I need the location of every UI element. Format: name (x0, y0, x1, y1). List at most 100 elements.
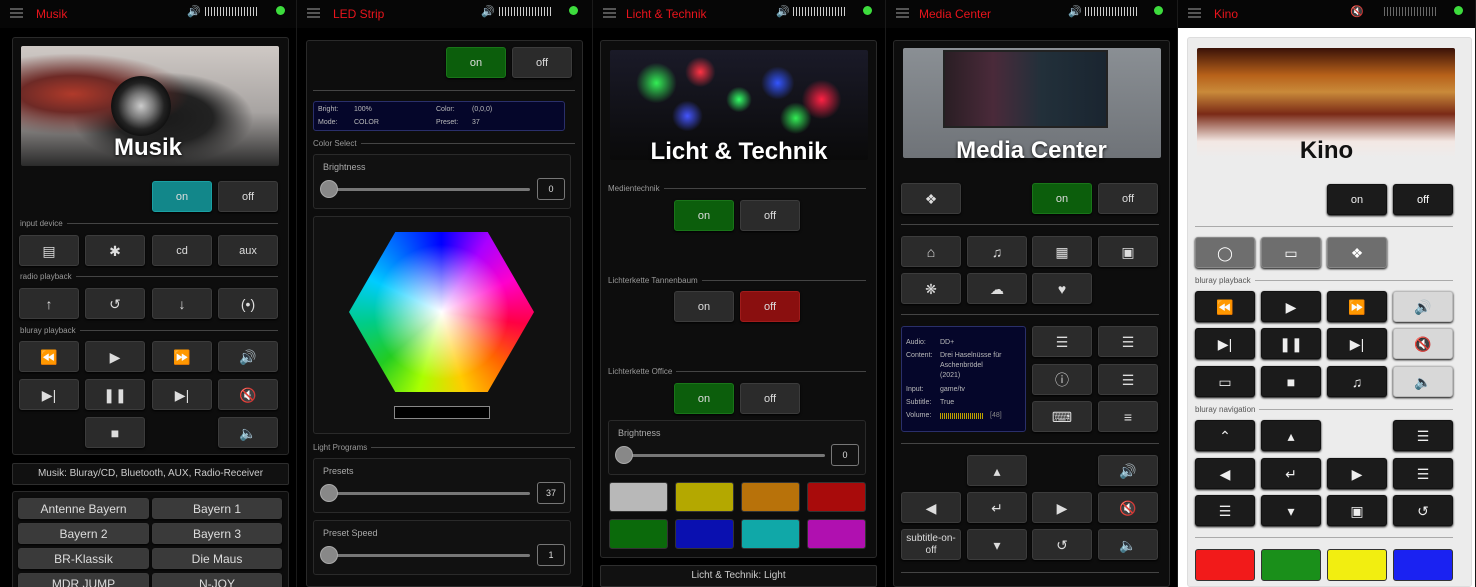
play-button[interactable]: ▶ (85, 341, 145, 372)
menu-icon[interactable] (307, 8, 320, 18)
back-button[interactable]: ↺ (1032, 529, 1092, 560)
menu-list-button[interactable]: ☰ (1098, 326, 1158, 357)
office-off-button[interactable]: off (740, 383, 800, 414)
top-menu-button[interactable]: ⌃ (1195, 420, 1255, 451)
slider-knob[interactable] (320, 546, 338, 564)
stop-button[interactable]: ■ (85, 417, 145, 448)
back-button[interactable]: ↺ (1393, 495, 1453, 526)
volume-down-button[interactable]: 🔈 (1393, 366, 1453, 397)
menu-icon[interactable] (1188, 8, 1201, 18)
brightness-slider[interactable] (618, 454, 825, 457)
nav-up-button[interactable]: ▴ (967, 455, 1027, 486)
rewind-button[interactable]: ⏪ (1195, 291, 1255, 322)
enter-button[interactable]: ↵ (967, 492, 1027, 523)
medientechnik-off-button[interactable]: off (740, 200, 800, 231)
radio-down-button[interactable]: ↓ (152, 288, 212, 319)
audio-settings-button[interactable]: ☰ (1032, 326, 1092, 357)
nav-down-button[interactable]: ▾ (1261, 495, 1321, 526)
laptop-button[interactable]: ▭ (1261, 237, 1321, 268)
info-button[interactable]: ⓘ (1032, 364, 1092, 395)
next-track-button[interactable]: ▶| (152, 379, 212, 410)
off-button[interactable]: off (218, 181, 278, 212)
station-button[interactable]: Die Maus (152, 548, 282, 569)
volume-up-button[interactable]: 🔊 (1393, 291, 1453, 322)
nav-up-button[interactable]: ▴ (1261, 420, 1321, 451)
radio-input-button[interactable]: ▤ (19, 235, 79, 266)
radio-broadcast-button[interactable]: (•) (218, 288, 278, 319)
kodi-button[interactable]: ❖ (901, 183, 961, 214)
volume-down-button[interactable]: 🔈 (1098, 529, 1158, 560)
radio-reload-button[interactable]: ↺ (85, 288, 145, 319)
office-on-button[interactable]: on (674, 383, 734, 414)
on-button[interactable]: on (446, 47, 506, 78)
mute-button[interactable]: 🔇 (1098, 492, 1158, 523)
color-swatch[interactable] (807, 519, 866, 549)
radio-up-button[interactable]: ↑ (19, 288, 79, 319)
on-button[interactable]: on (1032, 183, 1092, 214)
bluray-button[interactable]: ◯ (1195, 237, 1255, 268)
prev-track-button[interactable]: ▶| (19, 379, 79, 410)
station-button[interactable]: MDR JUMP (18, 573, 149, 587)
aux-button[interactable]: aux (218, 235, 278, 266)
home-button[interactable]: ⌂ (901, 236, 961, 267)
nav-left-button[interactable]: ◀ (901, 492, 961, 523)
on-button[interactable]: on (152, 181, 212, 212)
cd-button[interactable]: cd (152, 235, 212, 266)
off-button[interactable]: off (1393, 184, 1453, 215)
station-button[interactable]: Bayern 1 (152, 498, 282, 519)
weather-button[interactable]: ☁ (967, 273, 1027, 304)
pause-button[interactable]: ❚❚ (85, 379, 145, 410)
pause-button[interactable]: ❚❚ (1261, 328, 1321, 359)
prev-track-button[interactable]: ▶| (1195, 328, 1255, 359)
yellow-button[interactable] (1327, 549, 1387, 581)
nav-right-button[interactable]: ▶ (1327, 458, 1387, 489)
color-swatch[interactable] (675, 482, 734, 512)
speed-slider[interactable] (323, 554, 530, 557)
subtitle-button[interactable]: ▭ (1195, 366, 1255, 397)
pictures-button[interactable]: ▣ (1098, 236, 1158, 267)
kodi-button[interactable]: ❖ (1327, 237, 1387, 268)
audio-track-button[interactable]: ♫ (1327, 366, 1387, 397)
play-button[interactable]: ▶ (1261, 291, 1321, 322)
volume-up-button[interactable]: 🔊 (1098, 455, 1158, 486)
stop-button[interactable]: ■ (1261, 366, 1321, 397)
menu-icon[interactable] (896, 8, 909, 18)
color-swatch[interactable] (609, 519, 668, 549)
station-button[interactable]: BR-Klassik (18, 548, 149, 569)
on-button[interactable]: on (1327, 184, 1387, 215)
addons-button[interactable]: ❋ (901, 273, 961, 304)
menu-icon[interactable] (603, 8, 616, 18)
tannenbaum-on-button[interactable]: on (674, 291, 734, 322)
green-button[interactable] (1261, 549, 1321, 581)
color-swatch[interactable] (741, 519, 800, 549)
next-track-button[interactable]: ▶| (1327, 328, 1387, 359)
menu-button[interactable]: ☰ (1393, 458, 1453, 489)
fast-forward-button[interactable]: ⏩ (152, 341, 212, 372)
station-button[interactable]: Bayern 2 (18, 523, 149, 544)
settings-button[interactable]: ☰ (1195, 495, 1255, 526)
volume-up-button[interactable]: 🔊 (218, 341, 278, 372)
fast-forward-button[interactable]: ⏩ (1327, 291, 1387, 322)
nav-right-button[interactable]: ▶ (1032, 492, 1092, 523)
popup-menu-button[interactable]: ☰ (1393, 420, 1453, 451)
volume-down-button[interactable]: 🔈 (218, 417, 278, 448)
tannenbaum-off-button[interactable]: off (740, 291, 800, 322)
color-swatch[interactable] (741, 482, 800, 512)
menu-button[interactable]: ☰ (1098, 364, 1158, 395)
brightness-slider[interactable] (323, 188, 530, 191)
slider-knob[interactable] (320, 180, 338, 198)
nav-down-button[interactable]: ▾ (967, 529, 1027, 560)
off-button[interactable]: off (512, 47, 572, 78)
off-button[interactable]: off (1098, 183, 1158, 214)
color-swatch[interactable] (675, 519, 734, 549)
red-button[interactable] (1195, 549, 1255, 581)
menu-icon[interactable] (10, 8, 23, 18)
presets-slider[interactable] (323, 492, 530, 495)
station-button[interactable]: Bayern 3 (152, 523, 282, 544)
mute-button[interactable]: 🔇 (218, 379, 278, 410)
music-button[interactable]: ♫ (967, 236, 1027, 267)
slider-knob[interactable] (615, 446, 633, 464)
playlist-button[interactable]: ≡ (1098, 401, 1158, 432)
station-button[interactable]: Antenne Bayern (18, 498, 149, 519)
keyboard-button[interactable]: ⌨ (1032, 401, 1092, 432)
